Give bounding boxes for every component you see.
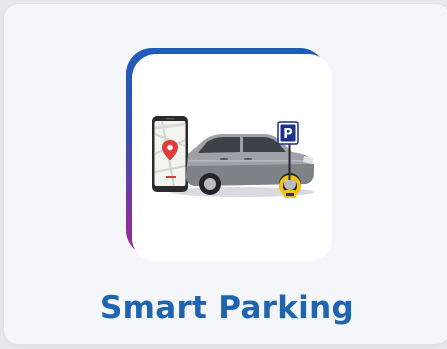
app-icon-tile: P — [126, 48, 332, 262]
card-title: Smart Parking — [100, 290, 354, 326]
smart-parking-illustration: P — [152, 116, 314, 198]
phone-map-icon — [152, 116, 188, 192]
smart-parking-card[interactable]: P Smart Parking — [4, 4, 447, 344]
parking-sign-letter: P — [283, 127, 293, 142]
icon-white-panel: P — [132, 54, 332, 262]
